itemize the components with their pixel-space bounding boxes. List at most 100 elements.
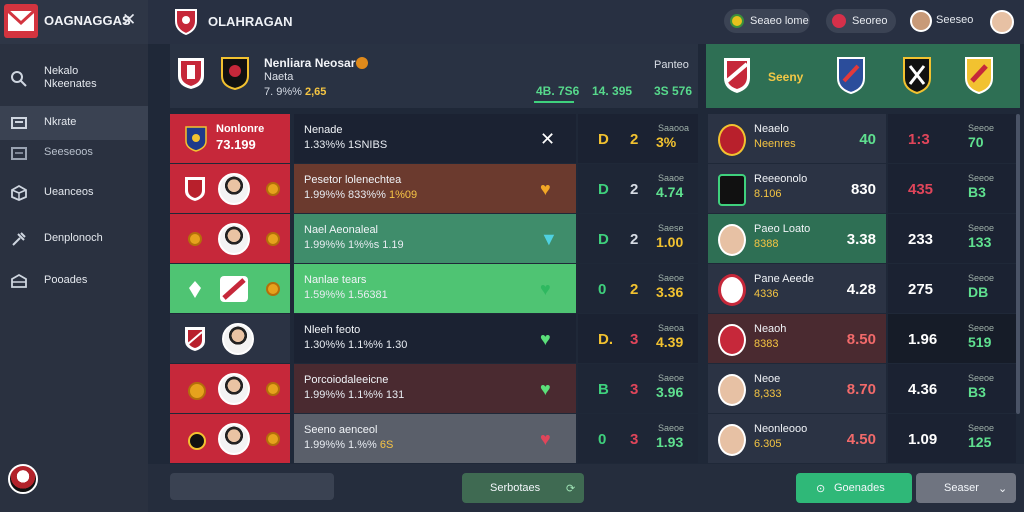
table-row-club[interactable]: Neonleooo 6.305 4.50 [708,414,886,463]
footer-bar: Serbotaes ⟳ ⊙ Goenades Seaser ⌄ [148,464,1024,512]
club-avatar[interactable] [8,464,38,494]
sidebar-item-denplonoch[interactable]: Denplonoch [0,222,148,256]
table-row-club[interactable]: Neaoh 8383 8.50 [708,314,886,363]
table-row-odds[interactable]: D 2 Saaoe 4.74 [578,164,698,213]
sidebar-item-nkrate[interactable]: Nkrate [0,106,148,140]
table-row-odds[interactable]: B 3 Saeoe 3.96 [578,364,698,413]
club-name: Neaoh [754,323,787,335]
table-row-team[interactable] [170,314,290,363]
club-value: 830 [850,181,876,198]
club-value: 40 [859,131,876,148]
table-row-info[interactable]: Nenade 1.33%% 1SNIBS ✕ [294,114,576,163]
table-row-stats[interactable]: 233 Seeoe 133 [888,214,1016,263]
odds-d: D [598,231,609,248]
status-pill[interactable]: Seaeo lome [724,9,810,33]
player-avatar [718,424,746,456]
odds-d: B [598,381,609,398]
odds-n: 3 [630,331,639,348]
club-value: 3.38 [846,231,876,248]
club-badge-icon [724,58,750,93]
alerts-pill[interactable]: Seoreo [826,9,896,33]
stat-label: Seeoe [968,423,995,433]
app-title: OLAHRAGAN [208,14,293,29]
table-row-odds[interactable]: D 2 Saaooa 3% [578,114,698,163]
table-row-odds[interactable]: D 2 Saese 1.00 [578,214,698,263]
heart-icon[interactable]: ♥ [540,429,551,450]
odds-value: 3% [656,134,677,150]
clock-icon: ⊙ [816,483,826,495]
sidebar-item-seeseoos[interactable]: Seeseoos [0,136,148,170]
team-value: 73.199 [216,137,256,152]
table-row-info[interactable]: Nanlae tears 1.59%% 1.56381 ♥ [294,264,576,313]
close-icon[interactable]: ✕ [122,10,136,30]
user-avatar[interactable] [910,10,932,32]
stat-value2: DB [968,284,989,300]
profile-avatar[interactable] [990,10,1014,34]
sidebar-item-ueanceos[interactable]: Ueanceos [0,176,148,210]
row-sub: 1.99%% 1.%% 6S [304,439,394,451]
odds-label: Saese [658,223,684,233]
heart-icon[interactable]: ♥ [540,379,551,400]
table-row-stats[interactable]: 1.09 Seeoe 125 [888,414,1016,463]
table-row-stats[interactable]: 4.36 Seeoe B3 [888,364,1016,413]
table-row-club[interactable]: Pane Aeede 4336 4.28 [708,264,886,313]
table-row-club[interactable]: Neoe 8,333 8.70 [708,364,886,413]
table-row-club[interactable]: Neaelo Neenres 40 [708,114,886,163]
table-row-club[interactable]: Reeeonolo 8.106 830 [708,164,886,213]
sort-select[interactable]: Seaser ⌄ [916,473,1016,503]
brand-logo-icon[interactable] [4,4,38,38]
stat-value2: 70 [968,134,984,150]
table-row-odds[interactable]: 0 2 Saeoe 3.36 [578,264,698,313]
row-title: Seeno aenceol [304,424,378,436]
heart-icon[interactable]: ♥ [540,279,551,300]
club-sub: Neenres [754,138,796,150]
odds-n: 2 [630,131,639,148]
action-button[interactable]: ⊙ Goenades [796,473,912,503]
table-row-team[interactable] [170,164,290,213]
table-row-team[interactable] [170,364,290,413]
coin-icon [266,282,280,296]
table-row-info[interactable]: Nael Aeonaleal 1.99%% 1%%s 1.19 ▼ [294,214,576,263]
sidebar-item-pooades[interactable]: Pooades [0,264,148,298]
club-value: 4.28 [846,281,876,298]
coin-icon [266,432,280,446]
club-badge-icon [965,57,993,94]
stat-value2: 133 [968,234,992,250]
table-row-team[interactable] [170,414,290,463]
club-name: Neaelo [754,123,789,135]
cross-icon[interactable]: ✕ [540,129,555,150]
table-row-info[interactable]: Porcoiodaleeicne 1.99%% 1.1%% 131 ♥ [294,364,576,413]
table-row-info[interactable]: Seeno aenceol 1.99%% 1.%% 6S ♥ [294,414,576,463]
chevron-down-icon[interactable]: ▼ [540,229,558,250]
row-title: Nael Aeonaleal [304,224,379,236]
table-row-odds[interactable]: D. 3 Saeoa 4.39 [578,314,698,363]
table-row-team[interactable] [170,264,290,313]
odds-d: 0 [598,281,607,298]
club-sub: 8388 [754,238,779,250]
table-row-odds[interactable]: 0 3 Saeoe 1.93 [578,414,698,463]
odds-d: 0 [598,431,607,448]
sidebar-item-search[interactable]: Nekalo Nkeenates [0,62,148,96]
odds-n: 3 [630,431,639,448]
heart-icon[interactable]: ♥ [540,179,551,200]
table-row-stats[interactable]: 435 Seeoe B3 [888,164,1016,213]
table-row-team[interactable] [170,214,290,263]
table-row-info[interactable]: Nleeh feoto 1.30%% 1.1%% 1.30 ♥ [294,314,576,363]
club-badge-icon [178,58,204,89]
confirm-button[interactable]: Serbotaes ⟳ [462,473,584,503]
stat-label: Seeoe [968,273,995,283]
table-row-info[interactable]: Pesetor lolenechtea 1.99%% 833%% 1%09 ♥ [294,164,576,213]
search-input[interactable] [170,473,334,500]
table-row-stats[interactable]: 1.96 Seeoe 519 [888,314,1016,363]
stat-value2: B3 [968,184,986,200]
table-row-stats[interactable]: 1:3 Seeoe 70 [888,114,1016,163]
heart-icon[interactable]: ♥ [540,329,551,350]
table-row-club[interactable]: Paeo Loato 8388 3.38 [708,214,886,263]
odds-label: Saaooa [658,123,690,133]
scrollbar[interactable] [1016,114,1020,414]
table-row-team[interactable]: Nonlonre 73.199 [170,114,290,163]
table-row-stats[interactable]: 275 Seeoe DB [888,264,1016,313]
alerts-pill-label: Seoreo [852,15,888,27]
club-badge-icon [185,177,205,201]
club-sub: 8,333 [754,388,782,400]
